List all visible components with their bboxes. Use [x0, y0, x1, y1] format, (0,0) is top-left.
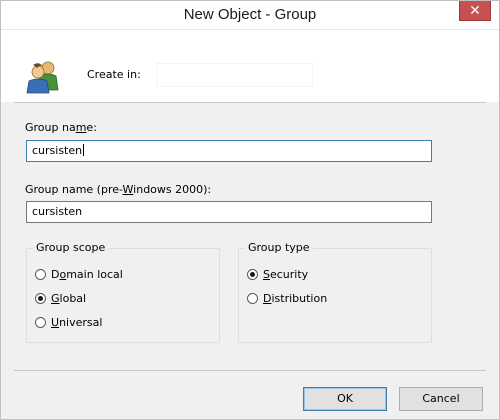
radio-universal[interactable]: Universal — [35, 316, 102, 329]
header-divider — [14, 102, 486, 103]
group-icon — [26, 60, 62, 94]
close-button[interactable]: ✕ — [459, 1, 491, 21]
group-name-pre2000-label: Group name (pre-Windows 2000): — [25, 183, 212, 196]
cancel-button[interactable]: Cancel — [399, 387, 483, 411]
radio-button[interactable] — [247, 269, 258, 280]
title-bar[interactable]: New Object - Group ✕ — [1, 1, 499, 30]
ok-button[interactable]: OK — [303, 387, 387, 411]
radio-button[interactable] — [35, 293, 46, 304]
group-name-pre2000-input[interactable]: cursisten — [26, 201, 432, 223]
radio-security[interactable]: Security — [247, 268, 308, 281]
radio-button[interactable] — [35, 317, 46, 328]
group-type-box: Group type Security Distribution — [238, 241, 432, 343]
radio-label: Domain local — [51, 268, 123, 281]
dialog-window: New Object - Group ✕ Create in: Group na… — [0, 0, 500, 420]
radio-label: Distribution — [263, 292, 328, 305]
group-scope-box: Group scope Domain local Global Universa… — [26, 241, 220, 343]
radio-label: Global — [51, 292, 87, 305]
window-title: New Object - Group — [183, 6, 317, 23]
group-scope-title: Group scope — [33, 241, 109, 254]
close-icon: ✕ — [469, 3, 481, 19]
header-area: Create in: — [1, 30, 499, 102]
group-type-title: Group type — [245, 241, 313, 254]
radio-label: Security — [263, 268, 309, 281]
group-name-label: Group name: — [25, 121, 97, 134]
radio-distribution[interactable]: Distribution — [247, 292, 327, 305]
group-name-input[interactable]: cursisten — [26, 140, 432, 162]
create-in-label: Create in: — [87, 68, 141, 81]
radio-label: Universal — [51, 316, 103, 329]
text-caret — [83, 144, 85, 156]
radio-button[interactable] — [35, 269, 46, 280]
footer-divider — [14, 370, 486, 371]
create-in-value — [156, 63, 313, 87]
radio-global[interactable]: Global — [35, 292, 86, 305]
radio-domain-local[interactable]: Domain local — [35, 268, 123, 281]
radio-button[interactable] — [247, 293, 258, 304]
